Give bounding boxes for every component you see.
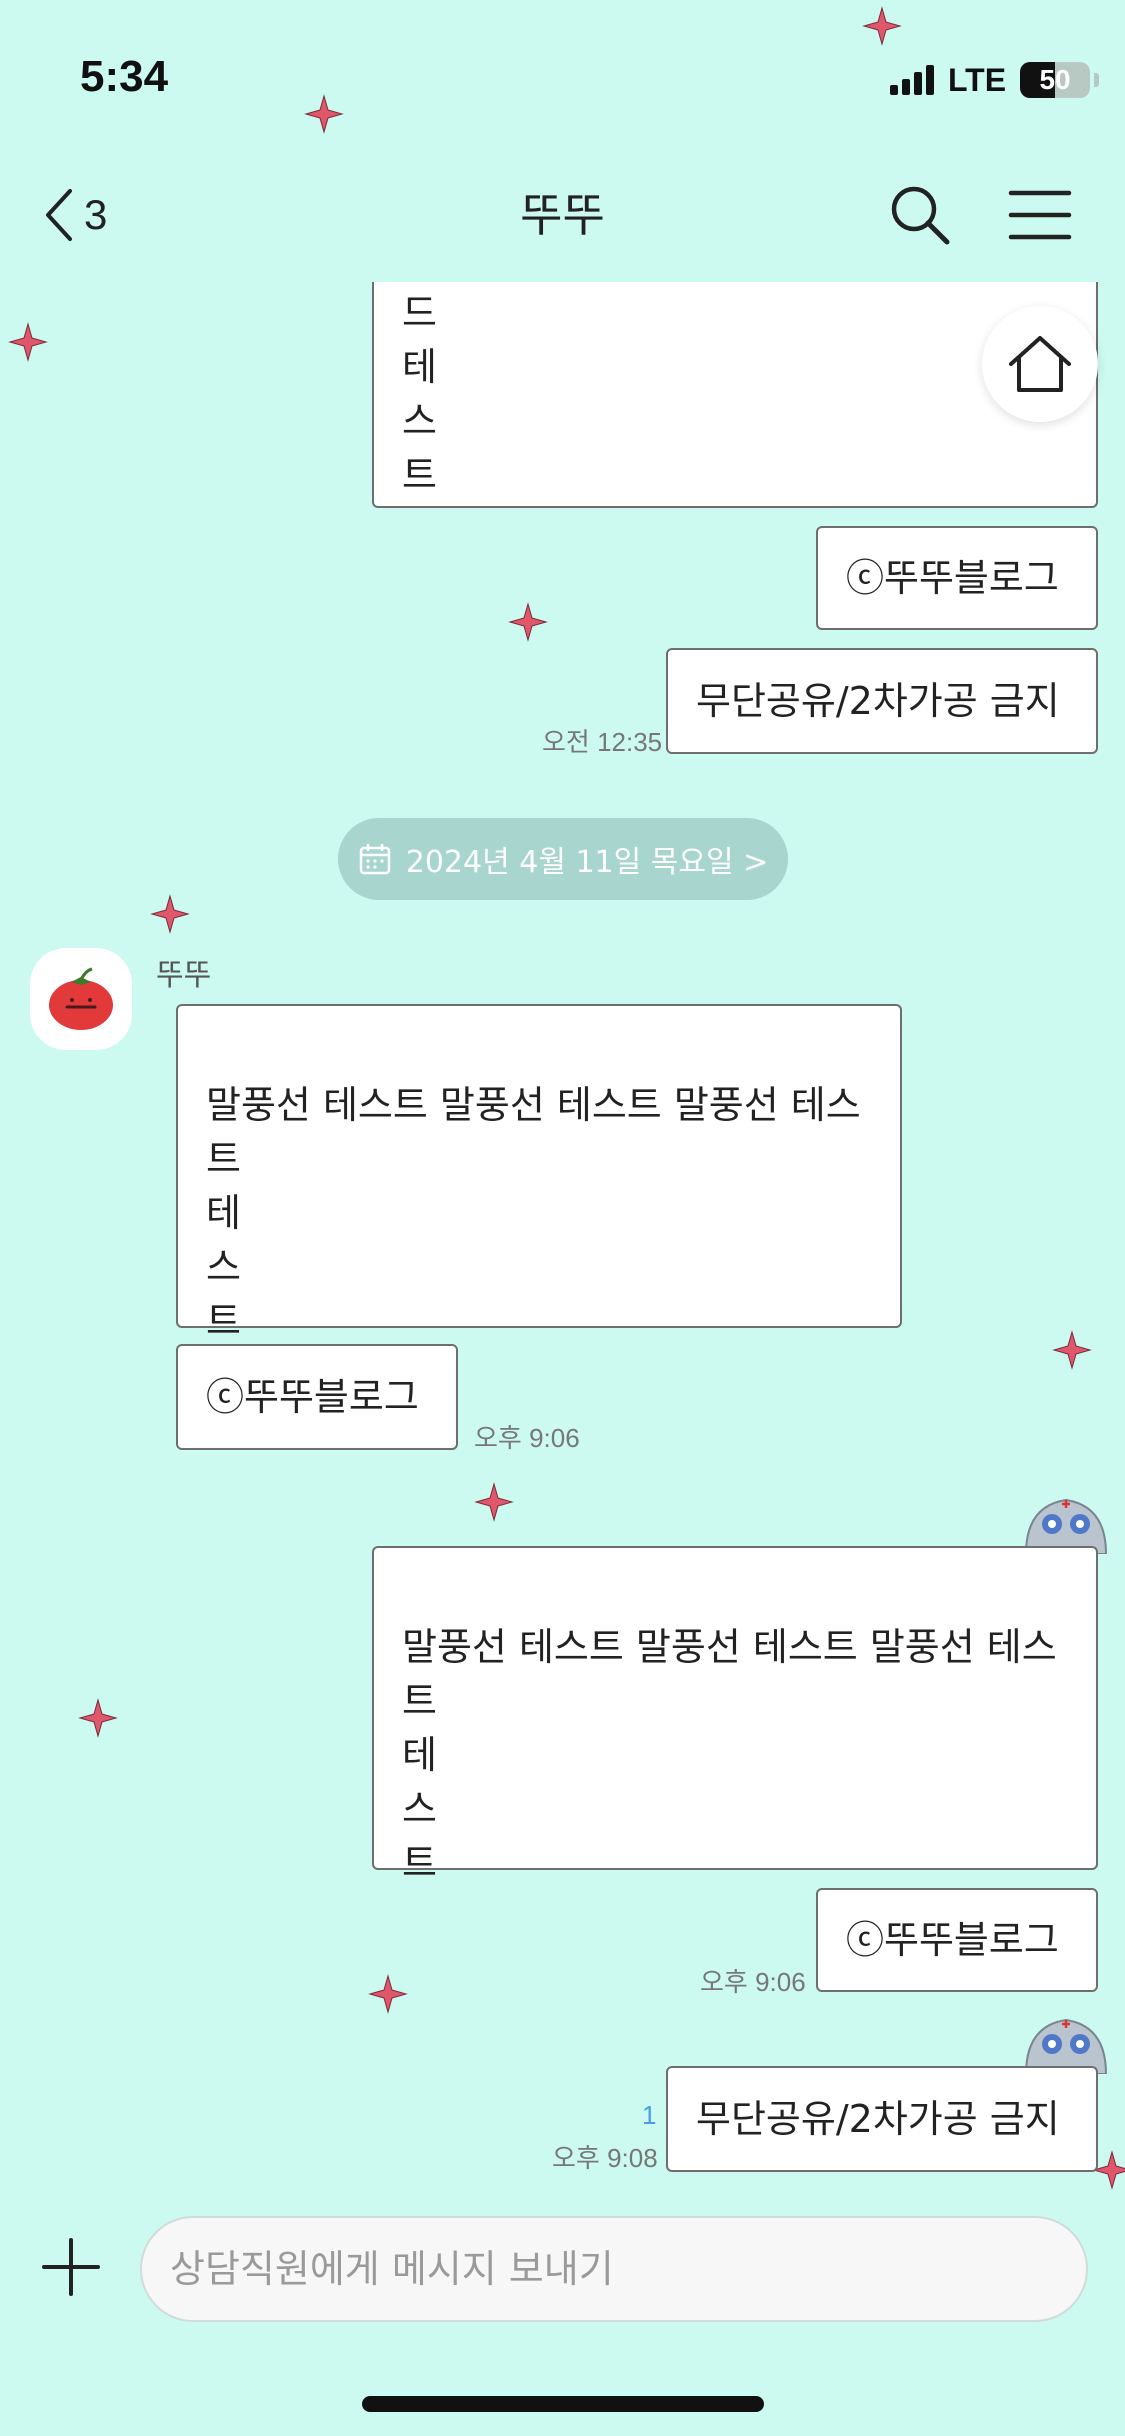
message-bubble-outgoing[interactable]: ⓒ뚜뚜블로그 bbox=[816, 526, 1098, 630]
tomato-avatar-icon bbox=[49, 967, 113, 1030]
back-icon bbox=[46, 189, 72, 241]
star-decoration-icon bbox=[150, 894, 190, 934]
star-decoration-icon bbox=[304, 94, 344, 134]
home-button[interactable] bbox=[982, 306, 1098, 422]
status-time: 5:34 bbox=[80, 52, 169, 101]
battery-level: 50 bbox=[1039, 64, 1071, 95]
message-bubble-incoming[interactable]: ⓒ뚜뚜블로그 bbox=[176, 1344, 458, 1450]
star-decoration-icon bbox=[862, 6, 902, 46]
menu-icon bbox=[1008, 190, 1072, 240]
message-bubble-outgoing[interactable]: 무단공유/2차가공 금지 bbox=[666, 2066, 1098, 2172]
search-button[interactable] bbox=[885, 180, 955, 250]
back-button[interactable]: 3 bbox=[40, 180, 140, 250]
copyright-text: ⓒ뚜뚜블로그 bbox=[846, 1918, 1059, 1962]
chat-title: 뚜뚜 bbox=[520, 188, 605, 242]
sticker-icon bbox=[1024, 1498, 1108, 1554]
search-icon bbox=[891, 186, 950, 245]
star-decoration-icon bbox=[368, 1974, 408, 2014]
message-bubble-incoming[interactable]: 말풍선 테스트 말풍선 테스트 말풍선 테스 트 테 스 트 bbox=[176, 1004, 902, 1343]
home-indicator bbox=[362, 2396, 764, 2412]
date-divider[interactable]: 2024년 4월 11일 목요일 > bbox=[338, 818, 788, 900]
message-text: 드 테 스 트 bbox=[402, 291, 437, 497]
message-bubble-outgoing[interactable]: ⓒ뚜뚜블로그 bbox=[816, 1888, 1098, 1992]
star-decoration-icon bbox=[508, 602, 548, 642]
notice-text: 무단공유/2차가공 금지 bbox=[696, 2097, 1060, 2141]
home-icon bbox=[1009, 336, 1071, 392]
notice-text: 무단공유/2차가공 금지 bbox=[696, 679, 1060, 723]
star-decoration-icon bbox=[78, 1698, 118, 1738]
date-label: 2024년 4월 11일 목요일 > bbox=[405, 845, 769, 880]
message-time: 오후 9:06 bbox=[700, 1967, 806, 1997]
star-decoration-icon bbox=[8, 322, 48, 362]
message-text: 말풍선 테스트 말풍선 테스트 말풍선 테스 트 테 스 트 bbox=[206, 1083, 861, 1343]
status-indicators: LTE 50 bbox=[890, 60, 1100, 100]
attach-button[interactable] bbox=[40, 2236, 102, 2298]
message-input[interactable] bbox=[140, 2216, 1088, 2322]
calendar-icon bbox=[359, 844, 390, 875]
sticker-icon bbox=[1024, 2018, 1108, 2074]
battery-icon: 50 bbox=[1020, 62, 1091, 98]
menu-button[interactable] bbox=[1005, 185, 1075, 245]
unread-count: 1 bbox=[642, 2100, 657, 2130]
message-text: 말풍선 테스트 말풍선 테스트 말풍선 테스 트 테 스 트 bbox=[402, 1625, 1057, 1885]
copyright-text: ⓒ뚜뚜블로그 bbox=[206, 1375, 419, 1419]
sender-name: 뚜뚜 bbox=[156, 958, 212, 993]
copyright-text: ⓒ뚜뚜블로그 bbox=[846, 556, 1059, 600]
signal-icon bbox=[890, 65, 934, 95]
message-time: 오전 12:35 bbox=[542, 727, 663, 757]
network-label: LTE bbox=[948, 61, 1007, 98]
message-time: 오후 9:06 bbox=[474, 1423, 580, 1453]
star-decoration-icon bbox=[1052, 1330, 1092, 1370]
star-decoration-icon bbox=[474, 1482, 514, 1522]
message-bubble-outgoing[interactable]: 무단공유/2차가공 금지 bbox=[666, 648, 1098, 754]
message-bubble-outgoing[interactable]: 말풍선 테스트 말풍선 테스트 말풍선 테스 트 테 스 트 bbox=[372, 1546, 1098, 1885]
avatar[interactable] bbox=[30, 948, 132, 1050]
unread-chat-count: 3 bbox=[84, 191, 108, 238]
message-time: 오후 9:08 bbox=[552, 2143, 658, 2173]
plus-icon bbox=[42, 2238, 100, 2296]
